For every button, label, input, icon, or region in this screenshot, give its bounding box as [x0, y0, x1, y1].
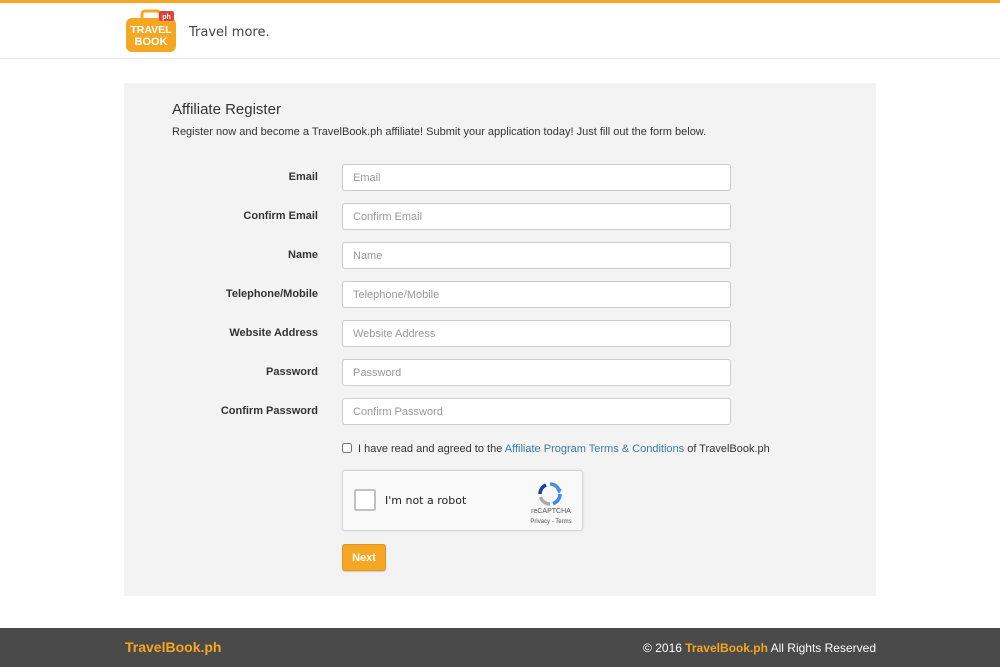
terms-link[interactable]: Affiliate Program Terms & Conditions: [505, 443, 684, 455]
confirm-email-label: Confirm Email: [243, 210, 318, 222]
next-button[interactable]: Next: [342, 544, 386, 571]
logo-text-top: TRAVEL: [130, 24, 172, 36]
confirm-password-label: Confirm Password: [220, 405, 318, 417]
confirm-password-row: Confirm Password: [124, 398, 876, 425]
password-row: Password: [124, 359, 876, 386]
website-field[interactable]: [342, 320, 731, 347]
footer-brand[interactable]: TravelBook.ph: [125, 639, 221, 655]
confirm-email-field[interactable]: [342, 203, 731, 230]
copyright-brand[interactable]: TravelBook.ph: [685, 641, 768, 655]
password-field[interactable]: [342, 359, 731, 386]
confirm-password-field[interactable]: [342, 398, 731, 425]
terms-checkbox[interactable]: [342, 443, 352, 453]
name-field[interactable]: [342, 242, 731, 269]
agree-prefix: I have read and agreed to the: [358, 443, 503, 455]
recaptcha-label: I'm not a robot: [385, 494, 467, 507]
website-row: Website Address: [124, 320, 876, 347]
name-label: Name: [288, 249, 318, 261]
recaptcha-checkbox[interactable]: [354, 489, 376, 511]
telephone-row: Telephone/Mobile: [124, 281, 876, 308]
page-subtitle: Register now and become a TravelBook.ph …: [172, 126, 707, 138]
agree-suffix: of TravelBook.ph: [687, 443, 770, 455]
register-panel: Affiliate Register Register now and beco…: [124, 83, 876, 596]
website-label: Website Address: [229, 327, 318, 339]
logo-badge: ph: [162, 14, 171, 21]
copyright-suffix: All Rights Reserved: [770, 641, 876, 655]
email-row: Email: [124, 164, 876, 191]
site-footer: TravelBook.ph © 2016 TravelBook.ph All R…: [0, 628, 1000, 667]
recaptcha-terms[interactable]: Privacy - Terms: [513, 519, 589, 525]
telephone-field[interactable]: [342, 281, 731, 308]
recaptcha-icon: [538, 482, 562, 506]
email-label: Email: [288, 171, 318, 183]
password-label: Password: [266, 366, 318, 378]
email-field[interactable]: [342, 164, 731, 191]
recaptcha-widget: I'm not a robot reCAPTCHA Privacy - Term…: [342, 470, 583, 531]
recaptcha-brand: reCAPTCHA: [531, 508, 571, 515]
site-header: ph TRAVEL BOOK Travel more.: [0, 3, 1000, 59]
travelbook-logo[interactable]: ph TRAVEL BOOK: [124, 9, 178, 55]
telephone-label: Telephone/Mobile: [225, 288, 318, 300]
tagline: Travel more.: [189, 25, 270, 40]
page-title: Affiliate Register: [172, 101, 281, 118]
footer-copyright: © 2016 TravelBook.ph All Rights Reserved: [643, 641, 876, 655]
name-row: Name: [124, 242, 876, 269]
copyright-prefix: © 2016: [643, 641, 682, 655]
logo-text-bottom: BOOK: [135, 36, 168, 48]
terms-agreement: I have read and agreed to the Affiliate …: [342, 443, 770, 455]
confirm-email-row: Confirm Email: [124, 203, 876, 230]
